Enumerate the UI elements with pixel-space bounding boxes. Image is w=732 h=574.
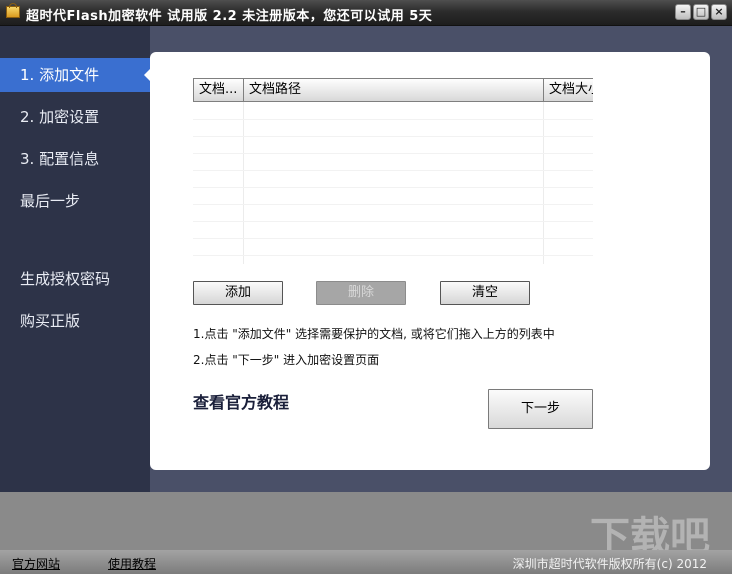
footer-bar: 官方网站 使用教程 深圳市超时代软件版权所有(c) 2012 xyxy=(0,550,732,574)
grid-line xyxy=(193,153,593,154)
grid-line xyxy=(543,102,544,264)
clear-button[interactable]: 清空 xyxy=(440,281,530,305)
hint-step-1: 1.点击 "添加文件" 选择需要保护的文档, 或将它们拖入上方的列表中 xyxy=(193,327,555,341)
grid-line xyxy=(193,170,593,171)
column-header-path[interactable]: 文档路径 xyxy=(243,79,543,101)
table-header: 文档... 文档路径 文档大小 xyxy=(193,78,593,102)
sidebar-item-generate-license[interactable]: 生成授权密码 xyxy=(0,262,150,296)
column-header-name[interactable]: 文档... xyxy=(193,79,243,101)
grid-line xyxy=(193,238,593,239)
delete-button[interactable]: 删除 xyxy=(316,281,406,305)
official-tutorial-link[interactable]: 查看官方教程 xyxy=(193,389,289,413)
grid-line xyxy=(193,221,593,222)
window-title: 超时代Flash加密软件 试用版 2.2 未注册版本，您还可以试用 5天 xyxy=(26,9,433,24)
column-header-size[interactable]: 文档大小 xyxy=(543,79,593,101)
add-button[interactable]: 添加 xyxy=(193,281,283,305)
sidebar-item-final-step[interactable]: 最后一步 xyxy=(0,184,150,218)
grid-line xyxy=(193,119,593,120)
title-bar: 超时代Flash加密软件 试用版 2.2 未注册版本，您还可以试用 5天 – □… xyxy=(0,0,732,26)
sidebar-item-encryption-settings[interactable]: 2. 加密设置 xyxy=(0,100,150,134)
app-lock-icon xyxy=(6,3,20,18)
grid-line xyxy=(193,204,593,205)
main-panel: 文档... 文档路径 文档大小 添加 删除 清空 1.点击 "添加文件" 选择需… xyxy=(150,52,710,470)
close-button[interactable]: × xyxy=(711,4,727,20)
tutorial-link[interactable]: 使用教程 xyxy=(108,555,156,572)
maximize-button[interactable]: □ xyxy=(693,4,709,20)
sidebar-item-buy[interactable]: 购买正版 xyxy=(0,304,150,338)
file-list-table[interactable]: 文档... 文档路径 文档大小 xyxy=(193,78,593,264)
sidebar-item-add-files[interactable]: 1. 添加文件 xyxy=(0,58,151,92)
hint-step-2: 2.点击 "下一步" 进入加密设置页面 xyxy=(193,353,380,367)
grid-line xyxy=(193,187,593,188)
grid-line xyxy=(193,255,593,256)
next-step-button[interactable]: 下一步 xyxy=(488,389,593,429)
sidebar: 1. 添加文件 2. 加密设置 3. 配置信息 最后一步 生成授权密码 购买正版 xyxy=(0,26,151,492)
sidebar-item-configuration[interactable]: 3. 配置信息 xyxy=(0,142,150,176)
grid-line xyxy=(243,102,244,264)
minimize-button[interactable]: – xyxy=(675,4,691,20)
official-site-link[interactable]: 官方网站 xyxy=(12,555,60,572)
copyright-text: 深圳市超时代软件版权所有(c) 2012 xyxy=(512,557,707,571)
grid-line xyxy=(193,136,593,137)
